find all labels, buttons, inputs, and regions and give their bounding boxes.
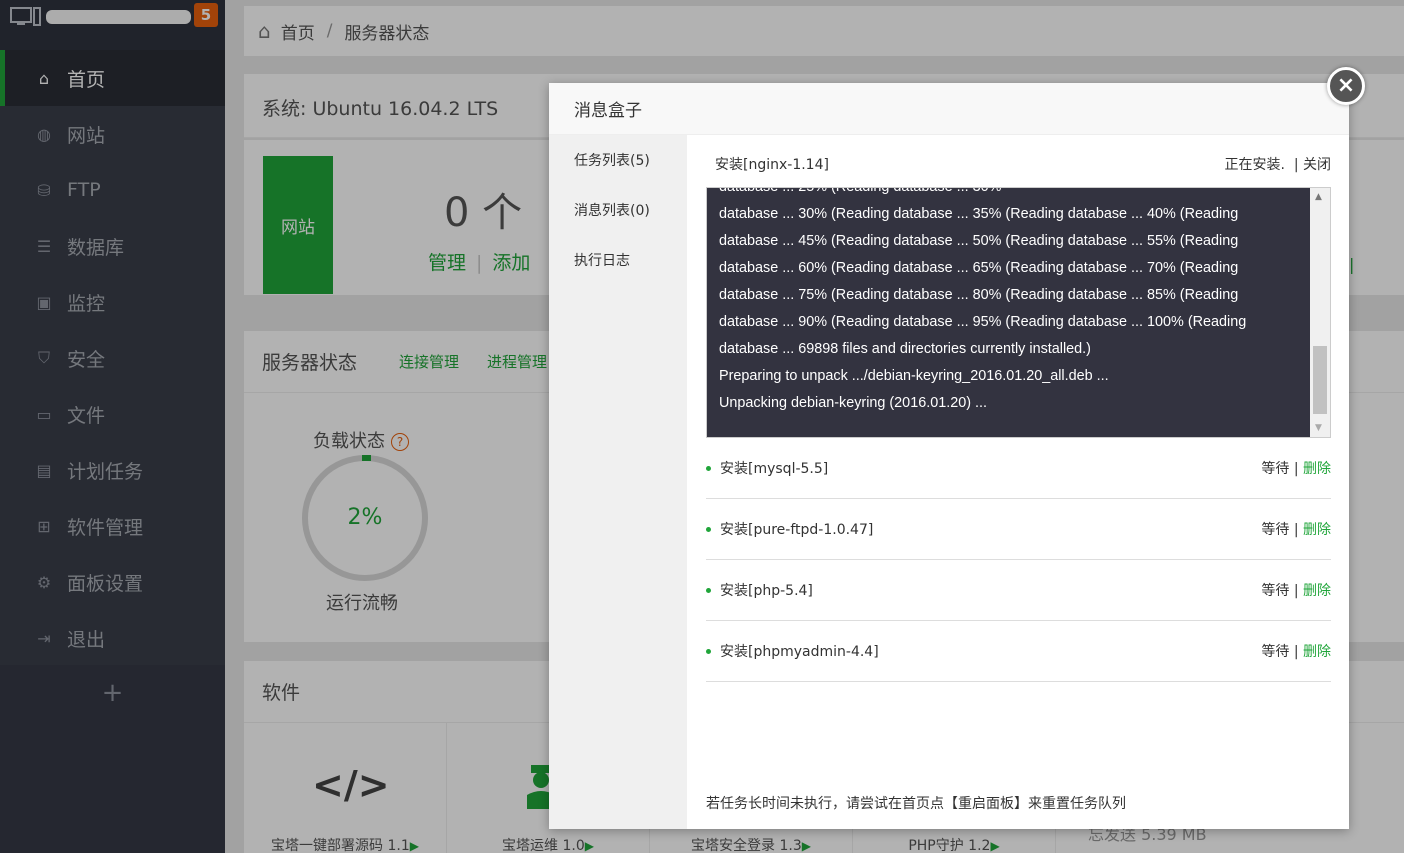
task-sep: | [1293, 583, 1299, 599]
task-row: 安装[mysql-5.5] 等待 | 删除 [706, 438, 1331, 499]
task-left: 安装[nginx-1.14] [706, 154, 829, 174]
log-line: database ... 69898 files and directories… [719, 341, 1091, 357]
scroll-thumb[interactable] [1313, 346, 1327, 414]
current-task-row: 安装[nginx-1.14] 正在安装. | 关闭 [706, 135, 1331, 187]
task-sep: | [1293, 522, 1299, 538]
message-box-modal: 消息盒子 × 任务列表(5) 消息列表(0) 执行日志 安装[nginx-1.1… [549, 67, 1365, 829]
task-row: 安装[pure-ftpd-1.0.47] 等待 | 删除 [706, 499, 1331, 560]
scroll-up-icon[interactable]: ▲ [1315, 192, 1322, 202]
log-line: Unpacking debian-keyring (2016.01.20) ..… [719, 395, 987, 411]
task-delete-link[interactable]: 删除 [1303, 644, 1331, 660]
task-status: 等待 [1261, 522, 1290, 538]
task-actions: 正在安装. | 关闭 [1224, 154, 1331, 174]
task-actions: 等待 | 删除 [1261, 519, 1331, 539]
task-delete-link[interactable]: 删除 [1303, 522, 1331, 538]
tab-exec-log[interactable]: 执行日志 [549, 235, 687, 285]
task-status: 等待 [1261, 644, 1290, 660]
task-close-link[interactable]: | 关闭 [1294, 157, 1331, 173]
log-line: Preparing to unpack .../debian-keyring_2… [719, 368, 1109, 384]
task-left: 安装[mysql-5.5] [706, 458, 828, 478]
close-icon[interactable]: × [1327, 67, 1365, 105]
task-name: 安装[php-5.4] [720, 583, 813, 599]
task-actions: 等待 | 删除 [1261, 458, 1331, 478]
task-left: 安装[phpmyadmin-4.4] [706, 641, 879, 661]
task-name: 安装[phpmyadmin-4.4] [720, 644, 879, 660]
log-line: database ... 30% (Reading database ... 3… [719, 206, 1239, 222]
scroll-down-icon[interactable]: ▼ [1315, 423, 1322, 433]
task-delete-link[interactable]: 删除 [1303, 461, 1331, 477]
tab-message-list[interactable]: 消息列表(0) [549, 185, 687, 235]
log-line: database ... 75% (Reading database ... 8… [719, 287, 1239, 303]
install-log[interactable]: database ... 25% (Reading database ... 3… [706, 187, 1331, 438]
task-list: 安装[nginx-1.14] 正在安装. | 关闭 database ... 2… [706, 135, 1331, 829]
log-line: database ... 90% (Reading database ... 9… [719, 314, 1247, 330]
task-row: 安装[php-5.4] 等待 | 删除 [706, 560, 1331, 621]
task-actions: 等待 | 删除 [1261, 580, 1331, 600]
task-name: 安装[pure-ftpd-1.0.47] [720, 522, 874, 538]
task-name: 安装[mysql-5.5] [720, 461, 829, 477]
log-scrollbar[interactable]: ▲ ▼ [1310, 188, 1330, 437]
task-left: 安装[php-5.4] [706, 580, 813, 600]
task-status: 等待 [1261, 583, 1290, 599]
status-dot [706, 587, 711, 593]
task-status: 正在安装. [1224, 157, 1285, 173]
modal-footer-hint: 若任务长时间未执行，请尝试在首页点【重启面板】来重置任务队列 [706, 796, 1126, 812]
modal-title: 消息盒子 [549, 83, 1349, 135]
task-name: 安装[nginx-1.14] [715, 157, 829, 173]
log-content: database ... 25% (Reading database ... 3… [707, 188, 1311, 437]
log-line: database ... 25% (Reading database ... 3… [719, 188, 1299, 201]
task-row: 安装[phpmyadmin-4.4] 等待 | 删除 [706, 621, 1331, 682]
log-line: database ... 45% (Reading database ... 5… [719, 233, 1239, 249]
status-dot [706, 526, 711, 532]
tab-task-list[interactable]: 任务列表(5) [549, 135, 687, 185]
log-line: database ... 60% (Reading database ... 6… [719, 260, 1239, 276]
task-actions: 等待 | 删除 [1261, 641, 1331, 661]
status-dot [706, 465, 711, 471]
task-sep: | [1293, 461, 1299, 477]
task-left: 安装[pure-ftpd-1.0.47] [706, 519, 873, 539]
task-sep: | [1293, 644, 1299, 660]
task-status: 等待 [1261, 461, 1290, 477]
task-delete-link[interactable]: 删除 [1303, 583, 1331, 599]
modal-tabs: 任务列表(5) 消息列表(0) 执行日志 [549, 135, 687, 829]
status-dot [706, 648, 711, 654]
